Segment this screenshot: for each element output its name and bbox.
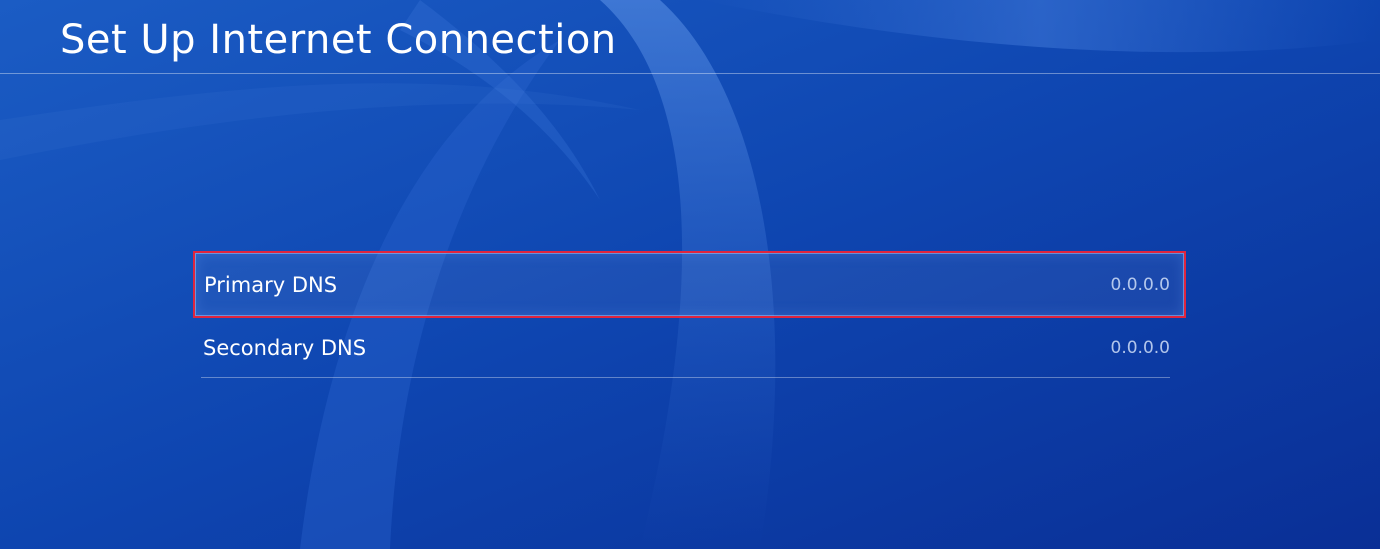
primary-dns-label: Primary DNS xyxy=(204,272,338,297)
secondary-dns-value: 0.0.0.0 xyxy=(1110,337,1170,358)
primary-dns-value: 0.0.0.0 xyxy=(1110,274,1170,295)
secondary-dns-row[interactable]: Secondary DNS 0.0.0.0 xyxy=(201,318,1170,378)
primary-dns-row[interactable]: Primary DNS 0.0.0.0 xyxy=(193,251,1186,318)
page-title: Set Up Internet Connection xyxy=(60,17,617,63)
secondary-dns-label: Secondary DNS xyxy=(203,335,367,360)
dns-settings-list: Primary DNS 0.0.0.0 Secondary DNS 0.0.0.… xyxy=(193,251,1186,378)
header-bar: Set Up Internet Connection xyxy=(0,0,1380,74)
